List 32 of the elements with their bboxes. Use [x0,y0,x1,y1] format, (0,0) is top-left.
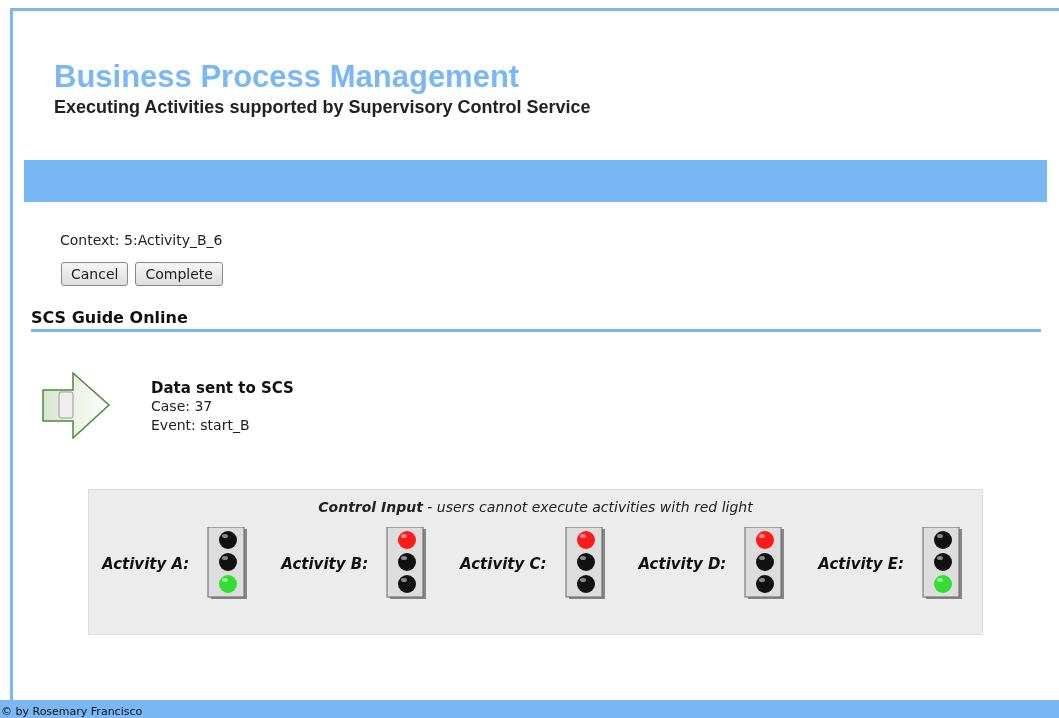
lamp-icon [934,531,952,549]
lamp-icon [219,531,238,549]
lamp-icon [756,553,775,571]
action-button[interactable]: Complete [135,262,223,286]
lamp-icon [219,553,238,571]
lamp-icon [398,553,417,571]
activity-label: Activity C: [460,555,547,573]
section-title: SCS Guide Online [31,308,188,327]
arrow-icon [41,372,111,439]
page-title: Business Process Management [54,59,521,95]
lamp-icon [756,531,775,549]
lamp-icon [576,531,595,549]
context-label: Context: 5:Activity_B_6 [60,232,224,248]
lamp-icon [219,575,238,593]
message-line: Case: 37 [151,397,214,416]
lamp-icon [934,575,952,593]
lamp-icon [934,553,952,571]
action-button[interactable]: Cancel [61,262,129,286]
lamp-icon [398,531,417,549]
lamp-icon [576,575,595,593]
copyright-text: © by Rosemary Francisco [0,705,143,718]
message-title: Data sent to SCS [151,379,294,397]
page-subtitle: Executing Activities supported by Supervisory Control Service [54,97,592,118]
control-caption: Control Input - users cannot execute activities with red light [317,498,754,515]
message-line: Event: start_B [151,416,251,435]
activity-label: Activity E: [818,555,904,573]
activity-label: Activity B: [281,555,369,573]
activity-label: Activity A: [102,555,190,573]
lamp-icon [756,575,775,593]
lamp-icon [576,553,595,571]
lamp-icon [398,575,417,593]
activity-label: Activity D: [638,555,727,573]
